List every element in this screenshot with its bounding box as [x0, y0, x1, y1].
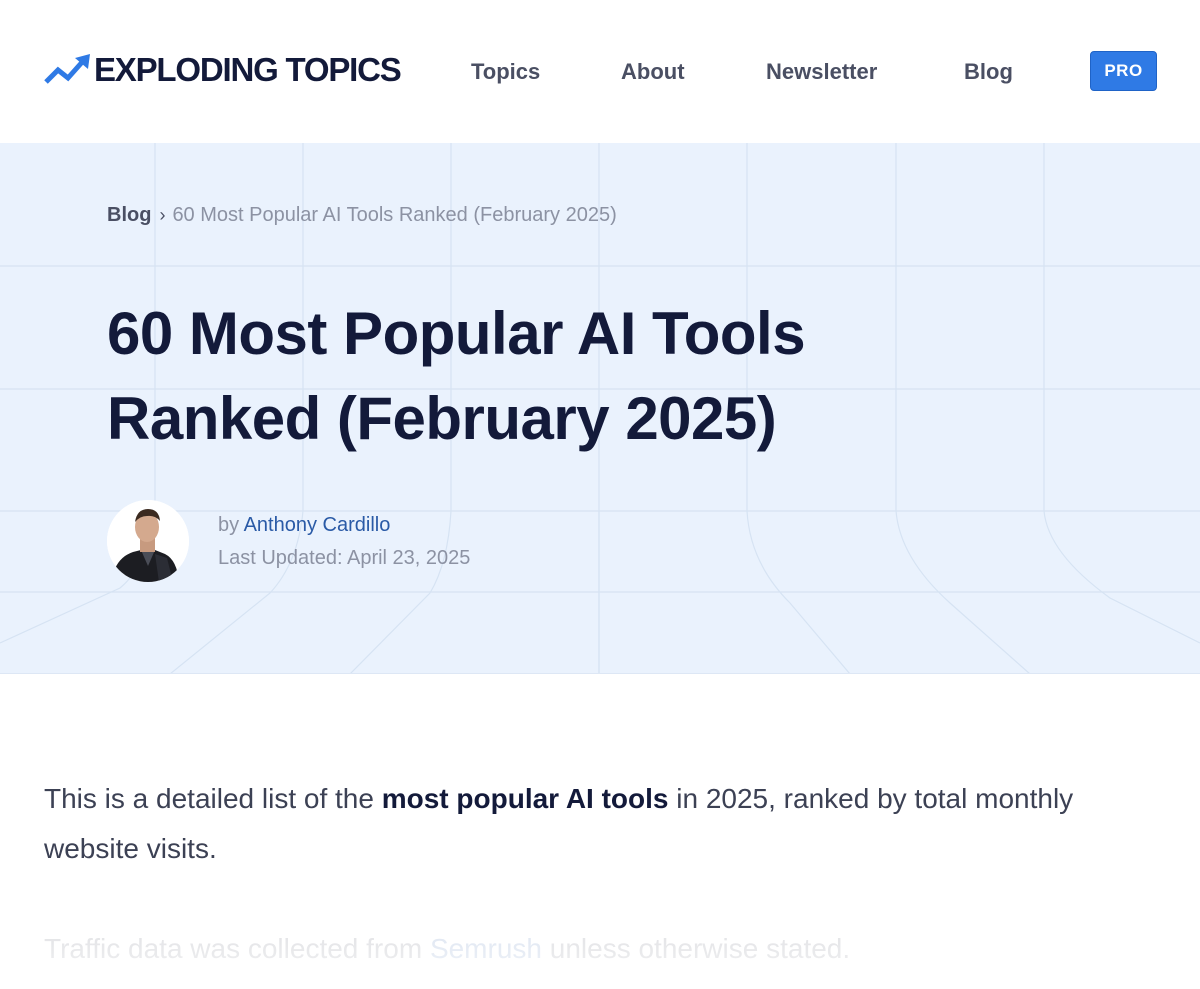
note-text-end: unless otherwise stated. — [541, 933, 851, 964]
breadcrumb-chevron-icon: › — [159, 205, 166, 225]
semrush-link[interactable]: Semrush — [430, 933, 542, 964]
site-header: EXPLODING TOPICS Topics About Newsletter… — [0, 0, 1200, 143]
byline-prefix: by — [218, 514, 240, 536]
article-hero: Blog › 60 Most Popular AI Tools Ranked (… — [0, 143, 1200, 674]
intro-highlight: most popular AI tools — [381, 783, 669, 814]
trend-arrow-icon — [44, 54, 90, 84]
author-avatar[interactable] — [107, 500, 189, 582]
nav-topics[interactable]: Topics — [471, 58, 540, 86]
page-title: 60 Most Popular AI Tools Ranked (Februar… — [107, 300, 806, 452]
breadcrumb-blog-link[interactable]: Blog — [107, 202, 151, 228]
author-link[interactable]: Anthony Cardillo — [244, 514, 391, 536]
author-photo — [107, 500, 189, 582]
breadcrumb-current: 60 Most Popular AI Tools Ranked (Februar… — [172, 204, 617, 226]
data-source-note: Traffic data was collected from Semrush … — [44, 926, 1144, 972]
author-byline: by Anthony Cardillo — [218, 512, 390, 538]
intro-paragraph: This is a detailed list of the most popu… — [44, 774, 1144, 874]
last-updated: Last Updated: April 23, 2025 — [218, 547, 471, 569]
nav-blog[interactable]: Blog — [964, 58, 1013, 86]
pro-button[interactable]: PRO — [1090, 51, 1157, 91]
breadcrumb: Blog › 60 Most Popular AI Tools Ranked (… — [107, 202, 617, 228]
intro-text-start: This is a detailed list of the — [44, 783, 382, 814]
logo-text: EXPLODING TOPICS — [94, 51, 402, 88]
nav-about[interactable]: About — [621, 58, 685, 86]
note-text-start: Traffic data was collected from — [44, 933, 430, 964]
nav-newsletter[interactable]: Newsletter — [766, 58, 877, 86]
site-logo[interactable]: EXPLODING TOPICS — [44, 50, 402, 90]
